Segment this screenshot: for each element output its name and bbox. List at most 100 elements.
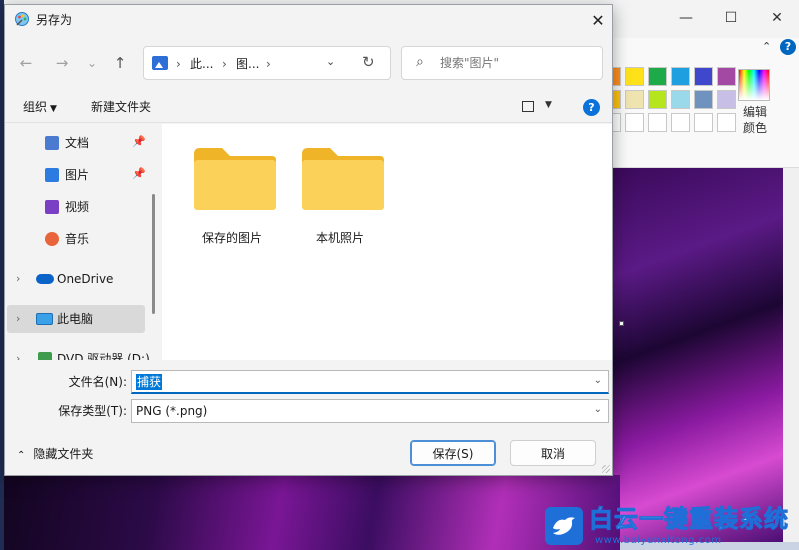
breadcrumb-this-pc[interactable]: 此...	[190, 56, 213, 72]
save-button[interactable]: 保存(S)	[410, 440, 496, 466]
search-box[interactable]: ⌕	[401, 46, 603, 80]
nav-item-label: OneDrive	[57, 272, 114, 286]
folder-name: 本机照片	[315, 231, 364, 245]
minimize-button[interactable]: —	[676, 8, 696, 28]
paint-close-button[interactable]: ✕	[767, 8, 787, 28]
up-arrow-icon[interactable]: ↑	[109, 52, 131, 74]
nav-item-label: 文档	[65, 136, 90, 150]
nav-item-label: DVD 驱动器 (D:)	[57, 352, 150, 360]
address-bar[interactable]: › 此... › 图... › ⌄ ↻	[143, 46, 391, 80]
nav-item-label: 图片	[65, 168, 90, 182]
resize-grip[interactable]	[602, 465, 610, 473]
color-swatch[interactable]	[625, 113, 644, 132]
search-icon: ⌕	[416, 54, 424, 70]
dialog-titlebar[interactable]: 另存为 ✕	[5, 5, 612, 37]
filename-value[interactable]: 捕获	[136, 374, 163, 390]
filetype-select[interactable]: PNG (*.png) ⌄	[131, 399, 609, 423]
edit-colors-label[interactable]: 编辑颜色	[738, 104, 772, 136]
collapse-ribbon-icon[interactable]: ⌃	[762, 40, 771, 53]
onedrive-icon	[36, 274, 54, 284]
color-swatch[interactable]	[648, 90, 667, 109]
refresh-icon[interactable]: ↻	[362, 53, 375, 71]
desktop-wallpaper	[0, 475, 620, 550]
maximize-button[interactable]: ☐	[721, 8, 741, 28]
breadcrumb-separator[interactable]: ›	[176, 56, 181, 72]
breadcrumb-separator[interactable]: ›	[222, 56, 227, 72]
nav-item-videos[interactable]: 视频	[7, 193, 145, 221]
forward-arrow-icon[interactable]: →	[51, 52, 73, 74]
view-mode-icon[interactable]	[522, 101, 534, 112]
breadcrumb-separator[interactable]: ›	[266, 56, 271, 72]
save-as-dialog: 另存为 ✕ ← → ⌄ ↑ › 此... › 图... › ⌄ ↻ ⌕ 组织▼ …	[4, 4, 613, 476]
folder-item[interactable]: 保存的图片	[182, 138, 282, 248]
new-folder-button[interactable]: 新建文件夹	[91, 99, 151, 115]
color-swatch[interactable]	[648, 67, 667, 86]
expand-chevron-icon[interactable]: ›	[16, 312, 20, 325]
nav-item-label: 此电脑	[57, 312, 94, 326]
color-swatch[interactable]	[694, 90, 713, 109]
filename-field[interactable]: 捕获 ⌄	[131, 370, 609, 394]
help-icon[interactable]: ?	[583, 99, 600, 116]
hide-folders-toggle[interactable]: ⌃ 隐藏文件夹	[17, 446, 93, 464]
navigation-bar: ← → ⌄ ↑ › 此... › 图... › ⌄ ↻ ⌕	[5, 43, 612, 83]
filename-history-chevron-icon[interactable]: ⌄	[594, 375, 602, 386]
folder-item[interactable]: 本机照片	[290, 138, 390, 248]
color-swatch[interactable]	[625, 90, 644, 109]
pin-icon[interactable]: 📌	[132, 167, 146, 180]
hide-folders-label: 隐藏文件夹	[33, 447, 94, 461]
videos-icon	[45, 200, 59, 214]
color-swatch[interactable]	[717, 67, 736, 86]
search-input[interactable]	[440, 56, 590, 70]
color-swatch[interactable]	[694, 67, 713, 86]
color-swatch[interactable]	[648, 113, 667, 132]
paint-canvas-image[interactable]	[612, 168, 783, 542]
color-swatch[interactable]	[694, 113, 713, 132]
view-options-caret-icon[interactable]: ▼	[545, 100, 552, 110]
pictures-icon	[45, 168, 59, 182]
file-list-pane: 保存的图片 本机照片	[162, 124, 612, 360]
canvas-scrollbar[interactable]	[783, 168, 799, 542]
caret-down-icon: ▼	[50, 104, 57, 114]
filetype-chevron-icon[interactable]: ⌄	[594, 404, 602, 415]
pin-icon[interactable]: 📌	[132, 135, 146, 148]
color-swatch[interactable]	[717, 113, 736, 132]
color-swatch[interactable]	[717, 90, 736, 109]
canvas-resize-handle[interactable]	[619, 321, 624, 326]
edit-colors-icon[interactable]	[738, 69, 770, 101]
nav-item-music[interactable]: 音乐	[7, 225, 145, 253]
expand-chevron-icon[interactable]: ›	[16, 272, 20, 285]
this-pc-icon	[36, 313, 53, 325]
nav-item-pictures[interactable]: 图片 📌	[7, 161, 146, 189]
nav-pane-scrollbar[interactable]	[152, 194, 155, 314]
nav-item-this-pc[interactable]: › 此电脑	[7, 305, 145, 333]
nav-item-documents[interactable]: 文档 📌	[7, 129, 146, 157]
bird-logo-icon	[545, 507, 583, 545]
filetype-value: PNG (*.png)	[136, 404, 208, 418]
folder-icon	[194, 148, 276, 210]
folder-icon	[302, 148, 384, 210]
paint-app-icon	[15, 12, 29, 26]
organize-label: 组织	[23, 100, 48, 114]
address-history-chevron-icon[interactable]: ⌄	[326, 55, 335, 68]
collapse-caret-icon: ⌃	[17, 450, 26, 461]
save-form: 文件名(N): 捕获 ⌄ 保存类型(T): PNG (*.png) ⌄ ⌃ 隐藏文…	[5, 360, 612, 475]
paint-help-icon[interactable]: ?	[780, 39, 796, 55]
color-swatch[interactable]	[671, 113, 690, 132]
filetype-label: 保存类型(T):	[58, 404, 127, 418]
watermark-url: www.baiyunxitong.com	[595, 535, 722, 546]
back-arrow-icon[interactable]: ←	[15, 52, 37, 74]
organize-menu-button[interactable]: 组织 ▼	[23, 99, 57, 117]
expand-chevron-icon[interactable]: ›	[16, 352, 20, 360]
cancel-button[interactable]: 取消	[510, 440, 596, 466]
pictures-location-icon	[152, 56, 168, 70]
nav-item-label: 音乐	[65, 232, 90, 246]
color-swatch[interactable]	[671, 67, 690, 86]
nav-item-dvd-drive[interactable]: › DVD 驱动器 (D:)	[7, 345, 150, 360]
dialog-close-button[interactable]: ✕	[587, 10, 609, 32]
breadcrumb-pictures[interactable]: 图...	[236, 56, 259, 72]
command-toolbar: 组织 ▼ 新建文件夹 ▼ ?	[5, 91, 612, 123]
color-swatch[interactable]	[671, 90, 690, 109]
recent-locations-chevron-icon[interactable]: ⌄	[81, 52, 103, 74]
nav-item-onedrive[interactable]: › OneDrive	[7, 265, 145, 293]
color-swatch[interactable]	[625, 67, 644, 86]
